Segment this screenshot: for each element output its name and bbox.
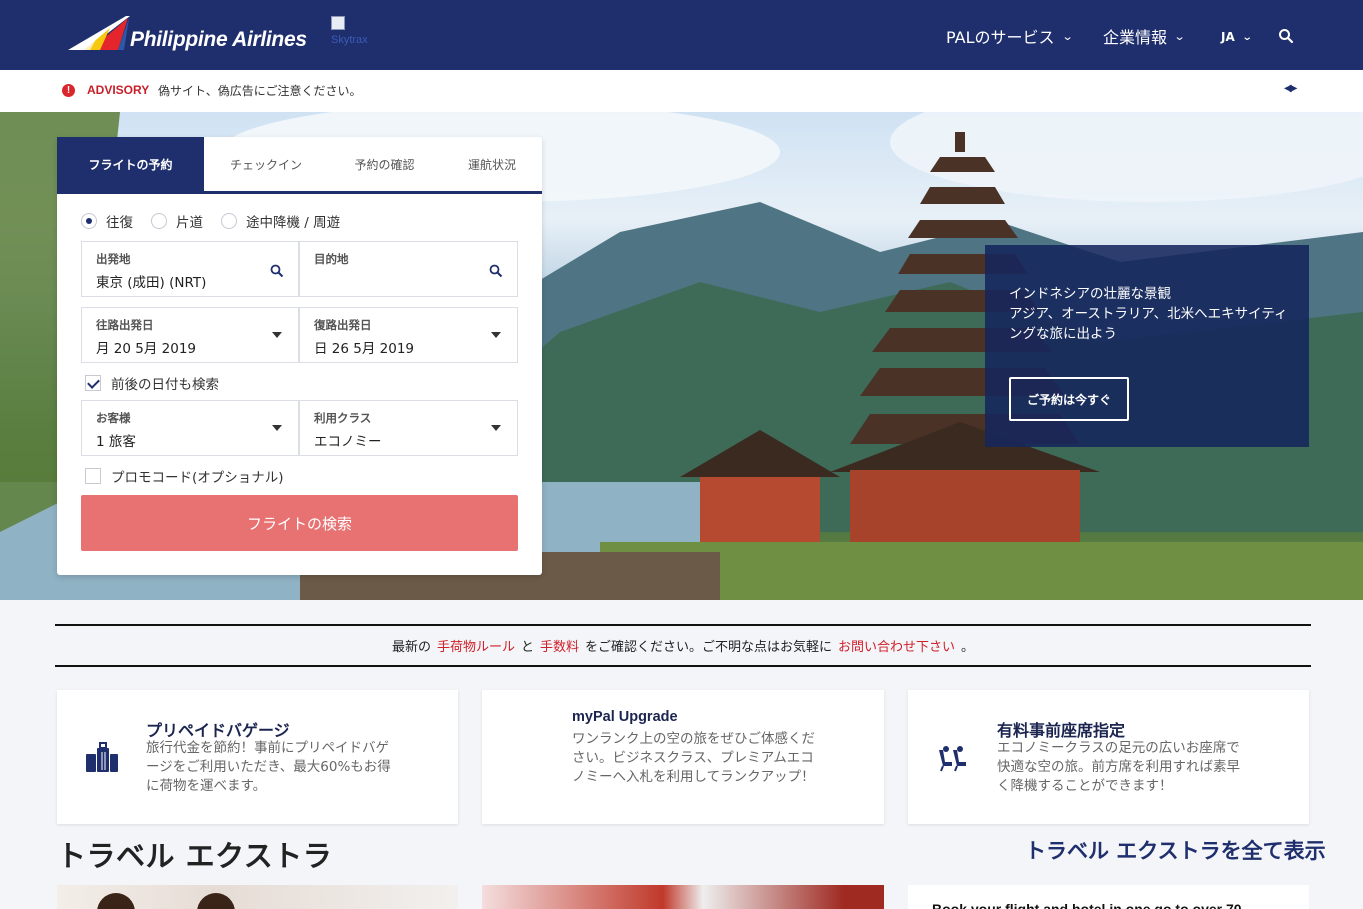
flex-dates-checkbox[interactable]: 前後の日付も検索 bbox=[85, 373, 219, 393]
depart-date-label: 往路出発日 bbox=[96, 318, 154, 332]
nav-corporate-info-label: 企業情報 bbox=[1103, 28, 1168, 47]
travel-extra-card-text: Book your flight and hotel in one go to … bbox=[932, 901, 1242, 909]
person-image bbox=[97, 893, 135, 909]
baggage-notice: 最新の 手荷物ルール と 手数料 をご確認ください。ご不明な点はお気軽に お問い… bbox=[55, 624, 1311, 667]
promo-code-label: プロモコード(オプショナル) bbox=[111, 470, 284, 486]
card-title: 有料事前座席指定 bbox=[997, 721, 1126, 740]
cabin-class-value: エコノミー bbox=[314, 434, 382, 450]
booking-widget: フライトの予約 チェックイン 予約の確認 運航状況 往復 片道 途中降機 / 周… bbox=[57, 137, 542, 575]
fees-link[interactable]: 手数料 bbox=[540, 636, 579, 655]
return-date-label: 復路出発日 bbox=[314, 318, 372, 332]
view-all-travel-extra-link[interactable]: トラベル エクストラを全て表示 bbox=[1025, 835, 1326, 865]
notice-middle: をご確認ください。ご不明な点はお気軽に bbox=[585, 640, 833, 655]
nav-pal-services-label: PALのサービス bbox=[946, 28, 1055, 47]
radio-checked-icon bbox=[81, 213, 97, 229]
return-date-value: 日 26 5月 2019 bbox=[314, 341, 414, 357]
advisory-label: ADVISORY bbox=[87, 83, 150, 97]
person-image bbox=[197, 893, 235, 909]
tab-check-in[interactable]: チェックイン bbox=[207, 137, 325, 191]
language-selector[interactable]: JA ⌄ bbox=[1221, 30, 1253, 44]
alert-icon: ! bbox=[62, 84, 75, 97]
origin-field[interactable]: 出発地 東京 (成田) (NRT) bbox=[81, 241, 299, 297]
booking-tabs: フライトの予約 チェックイン 予約の確認 運航状況 bbox=[57, 137, 542, 194]
card-mypal-upgrade[interactable]: myPal Upgrade ワンランク上の空の旅をぜひご体感ください。ビジネスク… bbox=[482, 690, 884, 824]
checkbox-checked-icon bbox=[85, 375, 101, 391]
card-title: プリペイドバゲージ bbox=[146, 721, 290, 740]
top-header: Philippine Airlines Skytrax PALのサービス ⌄ 企… bbox=[0, 0, 1363, 70]
book-now-button[interactable]: ご予約は今すぐ bbox=[1009, 377, 1129, 421]
search-icon bbox=[270, 264, 284, 278]
radio-unchecked-icon bbox=[221, 213, 237, 229]
passengers-label: お客様 bbox=[96, 411, 131, 425]
nav-pal-services[interactable]: PALのサービス ⌄ bbox=[946, 24, 1074, 48]
hero-promo-text: インドネシアの壮麗な景観 アジア、オーストラリア、北米へエキサイティングな旅に出… bbox=[1009, 286, 1288, 342]
broken-image-icon bbox=[331, 16, 345, 30]
travel-extra-card-1[interactable] bbox=[57, 885, 458, 909]
chevron-down-icon: ⌄ bbox=[1241, 31, 1253, 43]
flex-dates-label: 前後の日付も検索 bbox=[111, 377, 219, 393]
round-trip-label: 往復 bbox=[106, 215, 133, 231]
radio-unchecked-icon bbox=[151, 213, 167, 229]
caret-down-icon bbox=[272, 425, 282, 431]
tab-flight-status[interactable]: 運航状況 bbox=[442, 137, 542, 191]
origin-value: 東京 (成田) (NRT) bbox=[96, 275, 207, 291]
seats-icon bbox=[939, 746, 966, 772]
origin-label: 出発地 bbox=[96, 252, 131, 266]
card-prepaid-baggage[interactable]: プリペイドバゲージ 旅行代金を節約！事前にプリペイドバゲージをご利用いただき、最… bbox=[57, 690, 458, 824]
trip-type-group: 往復 片道 途中降機 / 周遊 bbox=[81, 211, 340, 231]
chevron-down-icon: ⌄ bbox=[1061, 29, 1074, 43]
travel-extra-heading: トラベル エクストラ bbox=[57, 839, 333, 873]
card-description: ワンランク上の空の旅をぜひご体感ください。ビジネスクラス、プレミアムエコノミーへ… bbox=[572, 731, 815, 785]
contact-us-link[interactable]: お問い合わせ下さい bbox=[838, 636, 955, 655]
tab-manage-booking[interactable]: 予約の確認 bbox=[327, 137, 442, 191]
brand-name[interactable]: Philippine Airlines bbox=[130, 28, 307, 52]
cabin-class-label: 利用クラス bbox=[314, 411, 372, 425]
advisory-text[interactable]: 偽サイト、偽広告にご注意ください。 bbox=[158, 82, 362, 99]
depart-date-value: 月 20 5月 2019 bbox=[96, 341, 196, 357]
advisory-bar: ! ADVISORY 偽サイト、偽広告にご注意ください。 ◀▶ bbox=[0, 70, 1363, 112]
search-icon bbox=[489, 264, 503, 278]
caret-down-icon bbox=[491, 425, 501, 431]
card-description: 旅行代金を節約！事前にプリペイドバゲージをご利用いただき、最大60%もお得に荷物… bbox=[146, 740, 391, 794]
return-date-field[interactable]: 復路出発日 日 26 5月 2019 bbox=[299, 307, 518, 363]
radio-round-trip[interactable]: 往復 bbox=[81, 211, 133, 231]
cabin-class-select[interactable]: 利用クラス エコノミー bbox=[299, 400, 518, 456]
radio-one-way[interactable]: 片道 bbox=[151, 211, 203, 231]
radio-multi-city[interactable]: 途中降機 / 周遊 bbox=[221, 211, 340, 231]
promo-code-checkbox[interactable]: プロモコード(オプショナル) bbox=[85, 466, 284, 486]
tab-book-flight[interactable]: フライトの予約 bbox=[57, 137, 204, 191]
destination-field[interactable]: 目的地 bbox=[299, 241, 518, 297]
carousel-arrows-icon[interactable]: ◀▶ bbox=[1284, 83, 1297, 94]
search-icon[interactable] bbox=[1278, 28, 1294, 44]
passengers-value: 1 旅客 bbox=[96, 434, 136, 450]
card-title: myPal Upgrade bbox=[572, 709, 678, 725]
notice-and: と bbox=[520, 640, 534, 655]
skytrax-badge[interactable]: Skytrax bbox=[331, 16, 377, 50]
destination-label: 目的地 bbox=[314, 252, 349, 266]
card-description: エコノミークラスの足元の広いお座席で快適な空の旅。前方席を利用すれば素早く降機す… bbox=[997, 740, 1240, 794]
nav-corporate-info[interactable]: 企業情報 ⌄ bbox=[1103, 24, 1186, 48]
chevron-down-icon: ⌄ bbox=[1173, 29, 1186, 43]
baggage-rules-link[interactable]: 手荷物ルール bbox=[437, 636, 515, 655]
caret-down-icon bbox=[491, 332, 501, 338]
skytrax-alt-text: Skytrax bbox=[331, 34, 368, 46]
multi-city-label: 途中降機 / 周遊 bbox=[246, 215, 341, 231]
search-flights-button[interactable]: フライトの検索 bbox=[81, 495, 518, 551]
depart-date-field[interactable]: 往路出発日 月 20 5月 2019 bbox=[81, 307, 299, 363]
one-way-label: 片道 bbox=[176, 215, 203, 231]
notice-prefix: 最新の bbox=[391, 640, 431, 655]
travel-extra-card-2[interactable] bbox=[482, 885, 884, 909]
caret-down-icon bbox=[272, 332, 282, 338]
language-label: JA bbox=[1221, 30, 1235, 44]
notice-suffix: 。 bbox=[961, 640, 975, 655]
card-advance-seat[interactable]: 有料事前座席指定 エコノミークラスの足元の広いお座席で快適な空の旅。前方席を利用… bbox=[908, 690, 1309, 824]
checkbox-unchecked-icon bbox=[85, 468, 101, 484]
travel-extra-card-3[interactable]: Book your flight and hotel in one go to … bbox=[908, 885, 1309, 909]
passengers-select[interactable]: お客様 1 旅客 bbox=[81, 400, 299, 456]
luggage-icon bbox=[86, 742, 118, 772]
